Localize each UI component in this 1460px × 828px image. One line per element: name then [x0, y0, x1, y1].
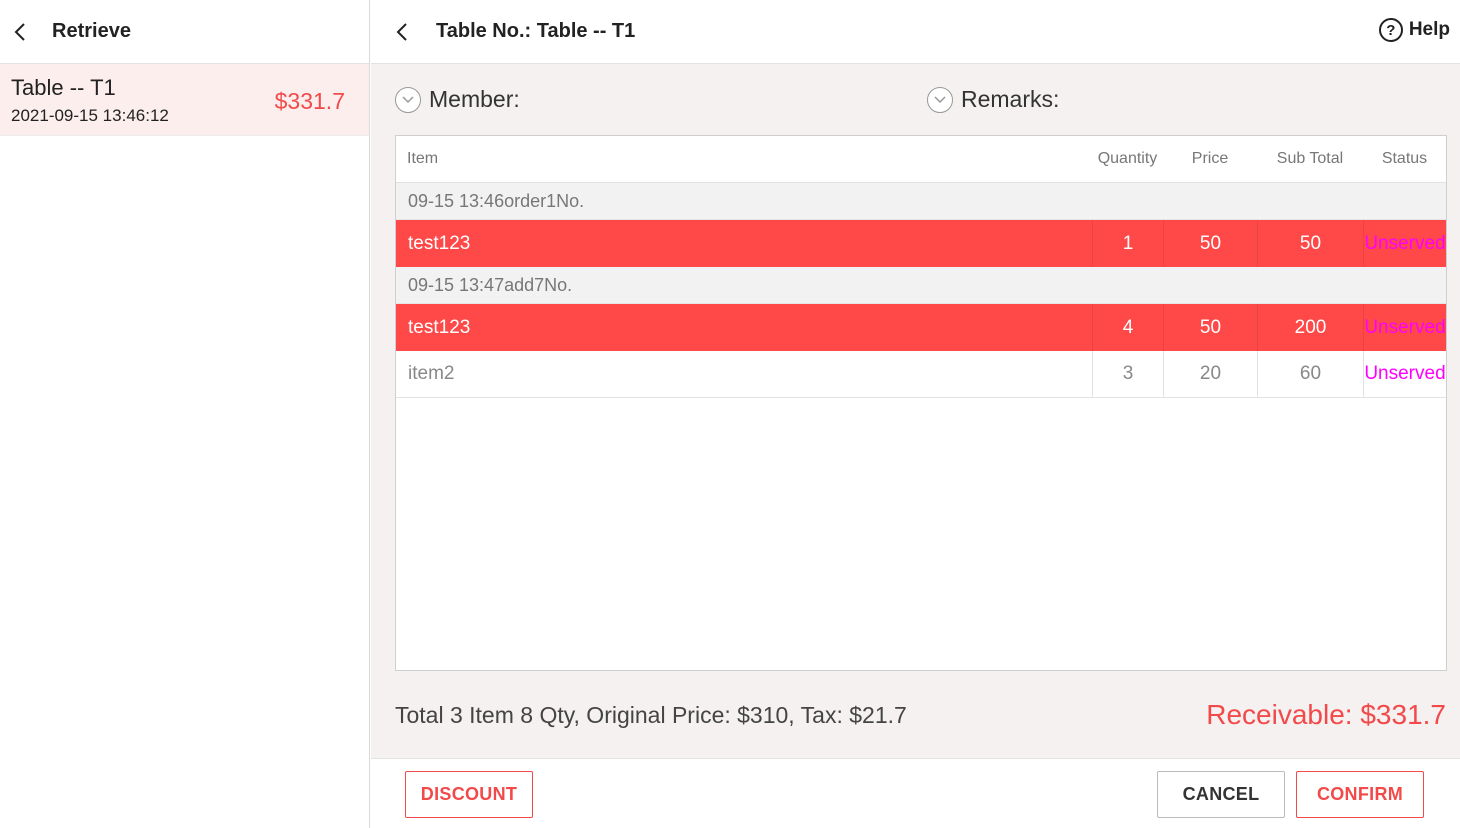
confirm-button[interactable]: CONFIRM	[1296, 771, 1424, 818]
help-icon: ?	[1378, 18, 1403, 42]
item-name: test123	[408, 316, 471, 338]
meta-row: Member: Remarks:	[395, 86, 1446, 116]
chevron-left-icon	[14, 22, 25, 41]
order-list-panel: Retrieve Table -- T1 2021-09-15 13:46:12…	[0, 0, 370, 828]
order-detail-panel: Table No.: Table -- T1 ? Help Member: Re…	[371, 0, 1460, 828]
table-header: Item Quantity Price Sub Total Status	[396, 136, 1446, 183]
item-price: 50	[1163, 304, 1257, 351]
item-subtotal: 50	[1257, 220, 1363, 267]
discount-button[interactable]: DISCOUNT	[405, 771, 533, 818]
item-name: item2	[408, 363, 455, 384]
item-status: Unserved	[1363, 220, 1446, 267]
action-footer: DISCOUNT CANCEL CONFIRM	[371, 758, 1460, 828]
column-header-subtotal: Sub Total	[1276, 150, 1344, 167]
back-button[interactable]	[10, 22, 30, 42]
item-quantity: 3	[1092, 351, 1163, 397]
table-row[interactable]: test123 1 50 50 Unserved	[396, 220, 1446, 267]
detail-back-button[interactable]	[392, 22, 412, 42]
order-list-item[interactable]: Table -- T1 2021-09-15 13:46:12 $331.7	[0, 64, 369, 136]
cancel-button[interactable]: CANCEL	[1157, 771, 1285, 818]
order-timestamp: 2021-09-15 13:46:12	[11, 106, 169, 125]
chevron-left-icon	[396, 22, 407, 41]
remarks-toggle[interactable]: Remarks:	[927, 86, 1059, 113]
order-table-name: Table -- T1	[11, 75, 116, 100]
item-status: Unserved	[1363, 351, 1446, 397]
column-header-price: Price	[1191, 150, 1229, 167]
left-header: Retrieve	[0, 0, 369, 64]
member-toggle[interactable]: Member:	[395, 86, 520, 113]
chevron-down-icon	[395, 86, 421, 113]
order-amount: $331.7	[274, 88, 345, 114]
item-status: Unserved	[1363, 304, 1446, 351]
member-label: Member:	[429, 86, 520, 112]
table-row[interactable]: test123 4 50 200 Unserved	[396, 304, 1446, 351]
help-button[interactable]: ? Help	[1378, 18, 1450, 42]
page-title: Table No.: Table -- T1	[436, 20, 636, 42]
order-group-header: 09-15 13:47add7No.	[396, 267, 1446, 304]
column-header-item: Item	[407, 150, 439, 167]
item-name: test123	[408, 232, 471, 254]
detail-header: Table No.: Table -- T1 ? Help	[371, 0, 1460, 64]
receivable-amount: Receivable: $331.7	[1206, 699, 1446, 730]
item-price: 50	[1163, 220, 1257, 267]
order-group-header: 09-15 13:46order1No.	[396, 183, 1446, 220]
item-price: 20	[1163, 351, 1257, 397]
order-items-table: Item Quantity Price Sub Total Status 09-…	[395, 135, 1447, 671]
item-quantity: 1	[1092, 220, 1163, 267]
order-summary: Total 3 Item 8 Qty, Original Price: $310…	[395, 702, 907, 728]
table-row[interactable]: item2 3 20 60 Unserved	[396, 351, 1446, 398]
column-header-status: Status	[1381, 150, 1428, 167]
item-subtotal: 60	[1257, 351, 1363, 397]
chevron-down-icon	[927, 86, 953, 113]
help-label: Help	[1408, 19, 1450, 40]
item-quantity: 4	[1092, 304, 1163, 351]
column-header-quantity: Quantity	[1097, 150, 1158, 167]
remarks-label: Remarks:	[961, 86, 1060, 112]
item-subtotal: 200	[1257, 304, 1363, 351]
panel-title: Retrieve	[52, 20, 131, 42]
